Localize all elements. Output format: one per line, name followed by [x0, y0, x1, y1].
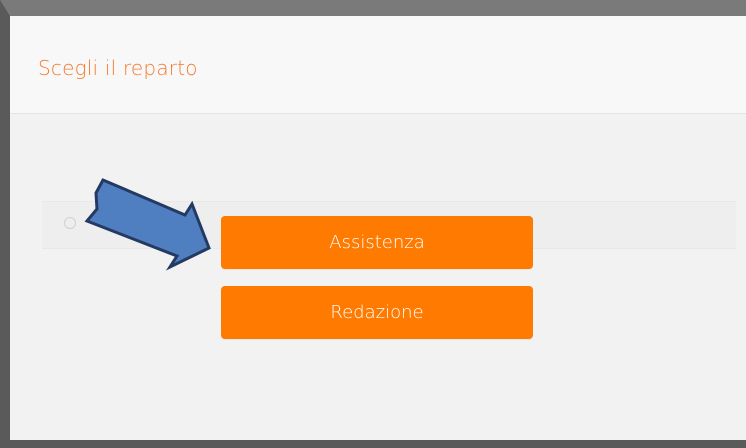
assistenza-button[interactable]: Assistenza	[221, 216, 533, 269]
redazione-button[interactable]: Redazione	[221, 286, 533, 339]
dialog-body	[10, 114, 746, 440]
background-field-text	[102, 215, 120, 229]
background-radio-icon	[64, 217, 76, 229]
dialog-title: Scegli il reparto	[38, 56, 198, 80]
dialog-header: Scegli il reparto	[10, 16, 746, 114]
